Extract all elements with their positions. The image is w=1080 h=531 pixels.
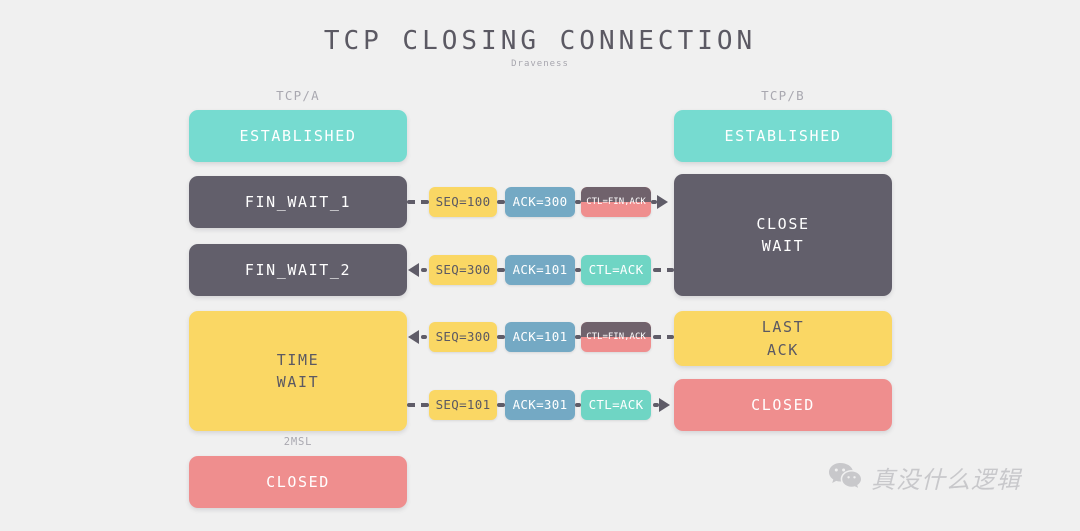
state-box-left-established: ESTABLISHED bbox=[189, 110, 407, 162]
message-badge-seq: SEQ=101 bbox=[429, 390, 497, 420]
diagram-canvas: TCP CLOSING CONNECTION Draveness TCP/A T… bbox=[0, 0, 1080, 531]
state-box-right-close-wait: CLOSE WAIT bbox=[674, 174, 892, 296]
state-label-line-2: ACK bbox=[767, 340, 799, 359]
message-badge-seq: SEQ=300 bbox=[429, 322, 497, 352]
message-badge-ack: ACK=300 bbox=[505, 187, 575, 217]
watermark: 真没什么逻辑 bbox=[828, 460, 1021, 495]
state-box-left-fin-wait-2: FIN_WAIT_2 bbox=[189, 244, 407, 296]
connector-segment bbox=[497, 200, 505, 204]
state-label: FIN_WAIT_2 bbox=[244, 260, 352, 279]
message-badge-ack: ACK=101 bbox=[505, 322, 575, 352]
message-arrow-right bbox=[657, 195, 668, 209]
state-label: CLOSED bbox=[751, 395, 815, 414]
message-arrow-left bbox=[408, 330, 419, 344]
watermark-text: 真没什么逻辑 bbox=[871, 466, 1021, 494]
state-box-left-time-wait: TIME WAIT bbox=[189, 311, 407, 431]
state-box-left-closed: CLOSED bbox=[189, 456, 407, 508]
state-label: FIN_WAIT_1 bbox=[244, 192, 352, 211]
connector-segment bbox=[653, 335, 674, 339]
message-badge-seq: SEQ=100 bbox=[429, 187, 497, 217]
connector-segment bbox=[497, 403, 505, 407]
message-badge-ctl: CTL=ACK bbox=[581, 390, 651, 420]
state-box-left-fin-wait-1: FIN_WAIT_1 bbox=[189, 176, 407, 228]
connector-segment bbox=[497, 268, 505, 272]
message-badge-ctl: CTL=ACK bbox=[581, 255, 651, 285]
connector-segment bbox=[407, 200, 429, 204]
message-arrow-right bbox=[659, 398, 670, 412]
message-badge-ack: ACK=301 bbox=[505, 390, 575, 420]
wechat-icon bbox=[828, 462, 862, 494]
page-title: TCP CLOSING CONNECTION bbox=[323, 26, 757, 56]
message-badge-ctl: CTL=FIN,ACK bbox=[581, 187, 651, 217]
connector-segment bbox=[497, 335, 505, 339]
state-label-line-1: TIME bbox=[276, 350, 320, 369]
state-label-line-2: WAIT bbox=[276, 373, 320, 391]
state-box-right-closed: CLOSED bbox=[674, 379, 892, 431]
connector-segment bbox=[421, 335, 427, 339]
state-box-right-last-ack: LAST ACK bbox=[674, 311, 892, 366]
message-badge-ack: ACK=101 bbox=[505, 255, 575, 285]
page-subtitle: Draveness bbox=[511, 59, 569, 69]
message-arrow-left bbox=[408, 263, 419, 277]
column-label-tcp-b: TCP/B bbox=[761, 88, 805, 103]
state-label: ESTABLISHED bbox=[724, 126, 842, 145]
state-label-line-1: CLOSE bbox=[756, 214, 810, 233]
message-badge-ctl: CTL=FIN,ACK bbox=[581, 322, 651, 352]
state-label-line-2: WAIT bbox=[761, 237, 805, 255]
time-wait-caption-2msl: 2MSL bbox=[283, 436, 313, 448]
state-label: CLOSED bbox=[266, 472, 330, 491]
column-label-tcp-a: TCP/A bbox=[276, 88, 320, 103]
state-box-right-established: ESTABLISHED bbox=[674, 110, 892, 162]
connector-segment bbox=[407, 403, 429, 407]
state-label-line-1: LAST bbox=[761, 318, 805, 336]
connector-segment bbox=[653, 268, 674, 272]
state-label: ESTABLISHED bbox=[239, 126, 357, 145]
message-badge-seq: SEQ=300 bbox=[429, 255, 497, 285]
connector-segment bbox=[421, 268, 427, 272]
